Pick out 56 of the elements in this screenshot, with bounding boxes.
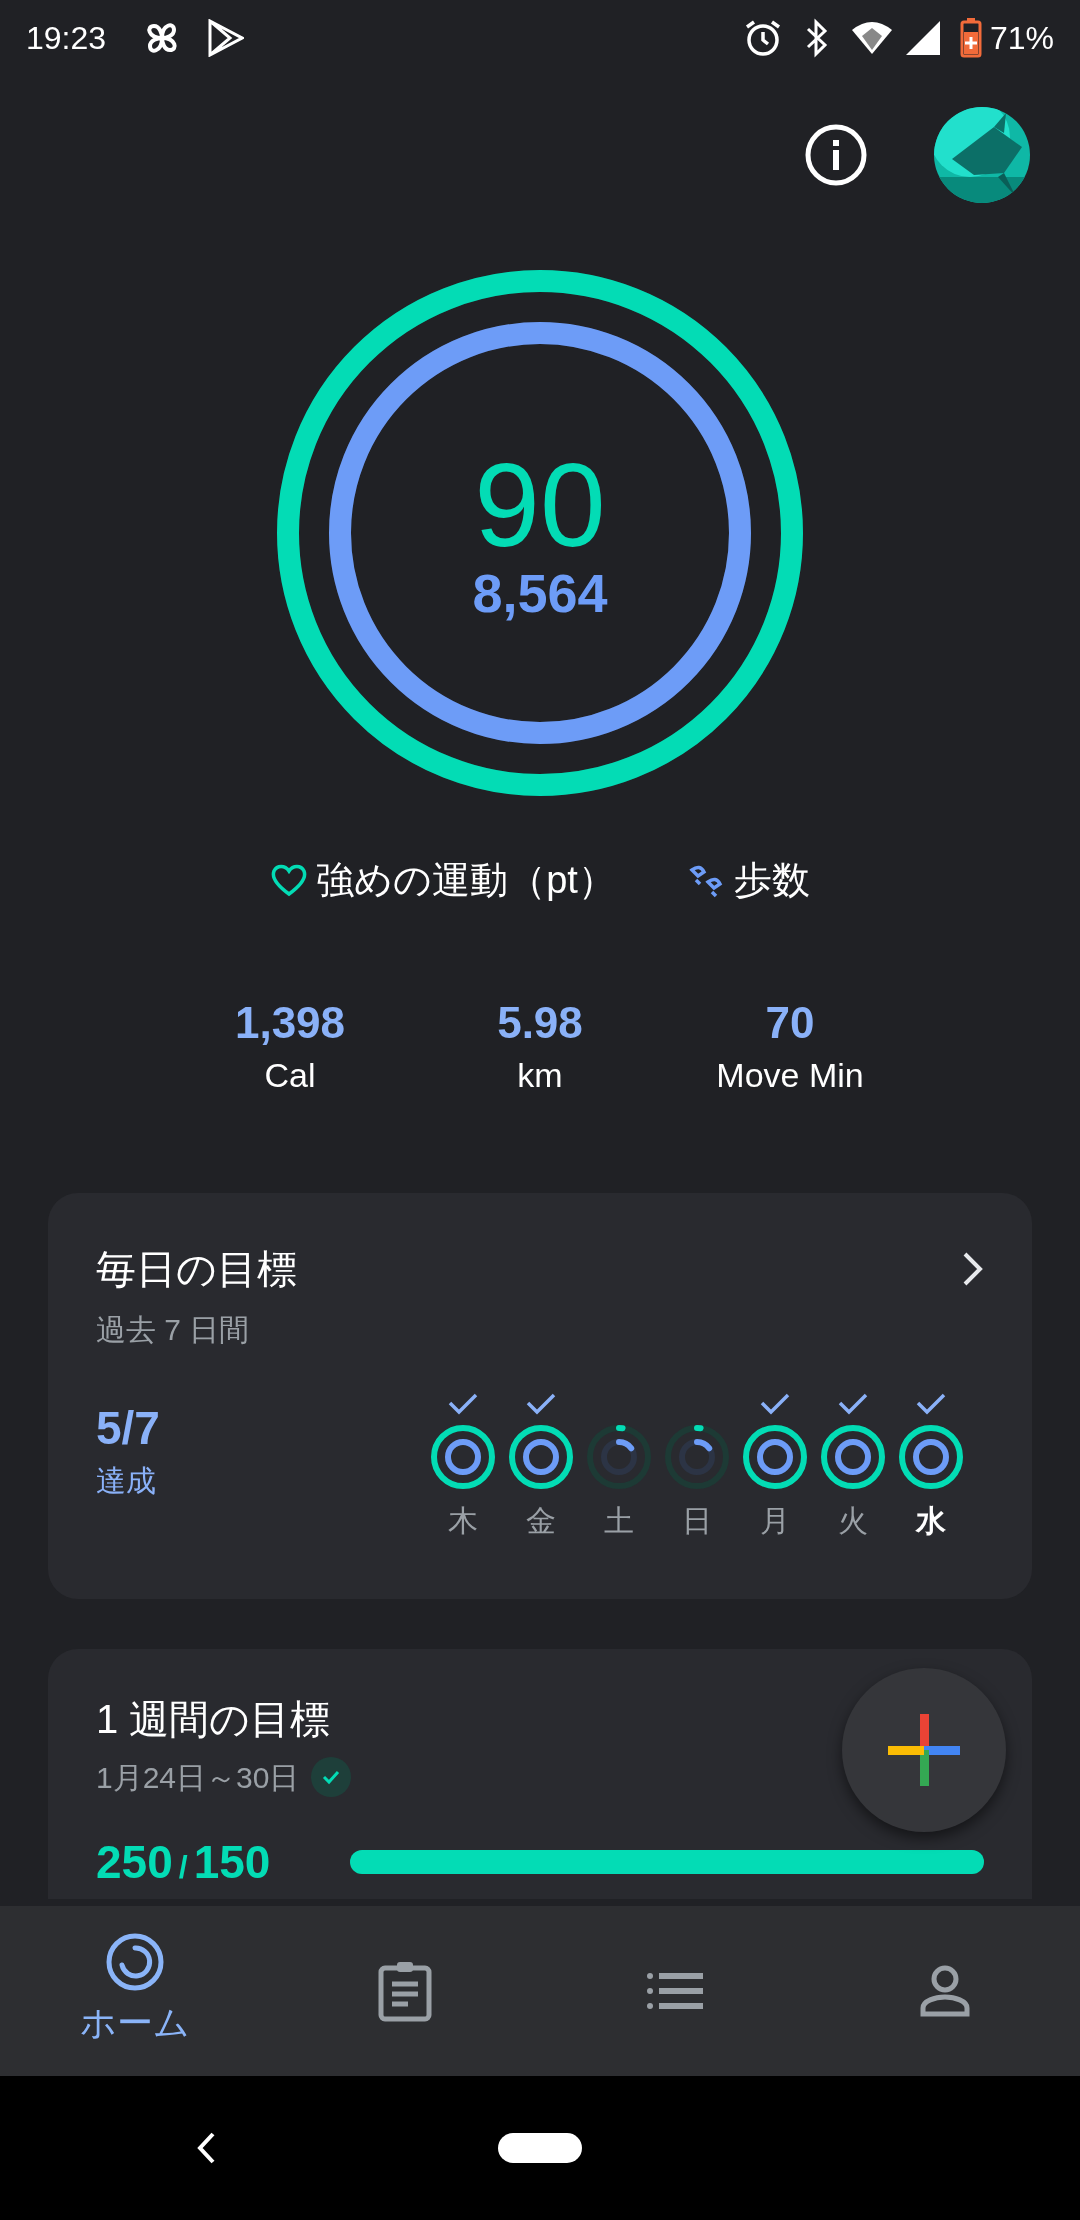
battery-percent: 71%: [989, 18, 1054, 58]
legend-label: 強めの運動（pt）: [316, 857, 616, 903]
day-steps-ring: [912, 1437, 950, 1476]
weekly-progress-text: 250/150: [96, 1834, 271, 1890]
alarm-icon: [743, 18, 782, 57]
person-icon: [920, 1965, 970, 2017]
info-icon: [805, 124, 867, 186]
check-icon: [448, 1392, 478, 1415]
stat-label: Cal: [264, 1055, 316, 1096]
info-button[interactable]: [804, 123, 868, 187]
daily-goals-card[interactable]: 毎日の目標 過去 7 日間 5/7 達成 木 金 土 日 月 火 水: [48, 1192, 1032, 1599]
stat-value: 5.98: [497, 997, 583, 1049]
day-label[interactable]: 水: [916, 1497, 946, 1543]
day-label[interactable]: 金: [526, 1497, 556, 1543]
check-icon: [916, 1392, 946, 1415]
stat-label: Move Min: [716, 1055, 864, 1096]
stat-value: 70: [765, 997, 815, 1049]
stat-value: 1,398: [234, 997, 346, 1049]
day-steps-ring: [522, 1437, 560, 1476]
card-title: 毎日の目標: [96, 1245, 297, 1293]
heart-points-value: 90: [474, 446, 606, 564]
day-label[interactable]: 土: [604, 1497, 634, 1543]
plus-icon: [888, 1714, 960, 1786]
play-store-icon: [208, 18, 245, 57]
wifi-icon: [849, 19, 894, 56]
day-label[interactable]: 月: [760, 1497, 790, 1543]
home-ring-icon: [105, 1932, 165, 1992]
chevron-right-icon: [962, 1250, 984, 1287]
card-title: 1 週間の目標: [96, 1695, 332, 1743]
day-label[interactable]: 日: [682, 1497, 712, 1543]
legend-label: 歩数: [733, 857, 810, 903]
day-steps-ring: [834, 1437, 872, 1476]
steps-value: 8,564: [472, 566, 608, 620]
back-icon[interactable]: [196, 2131, 216, 2165]
achieved-count: 5/7: [96, 1401, 160, 1456]
home-pill[interactable]: [498, 2133, 582, 2163]
day-label[interactable]: 木: [448, 1497, 478, 1543]
check-icon: [760, 1392, 790, 1415]
stat-label: km: [517, 1055, 563, 1096]
heart-icon: [270, 863, 309, 897]
achieved-label: 達成: [96, 1462, 157, 1499]
day-steps-ring: [756, 1437, 794, 1476]
day-label[interactable]: 火: [838, 1497, 868, 1543]
check-icon: [838, 1392, 868, 1415]
nav-tab[interactable]: ホーム: [0, 1906, 270, 2076]
check-icon: [526, 1392, 556, 1415]
card-subtitle: 過去 7 日間: [96, 1311, 251, 1348]
day-steps-ring: [444, 1437, 482, 1476]
battery-icon: [959, 17, 982, 58]
clipboard-icon: [377, 1960, 433, 2022]
weekly-goal-card[interactable]: 1 週間の目標 1月24日～30日 250/150: [48, 1648, 1032, 1899]
status-time: 19:23: [26, 18, 107, 58]
date-range: 1月24日～30日: [96, 1759, 300, 1796]
day-steps-ring: [678, 1437, 716, 1476]
day-steps-ring: [600, 1437, 638, 1476]
list-icon: [647, 1971, 703, 2011]
